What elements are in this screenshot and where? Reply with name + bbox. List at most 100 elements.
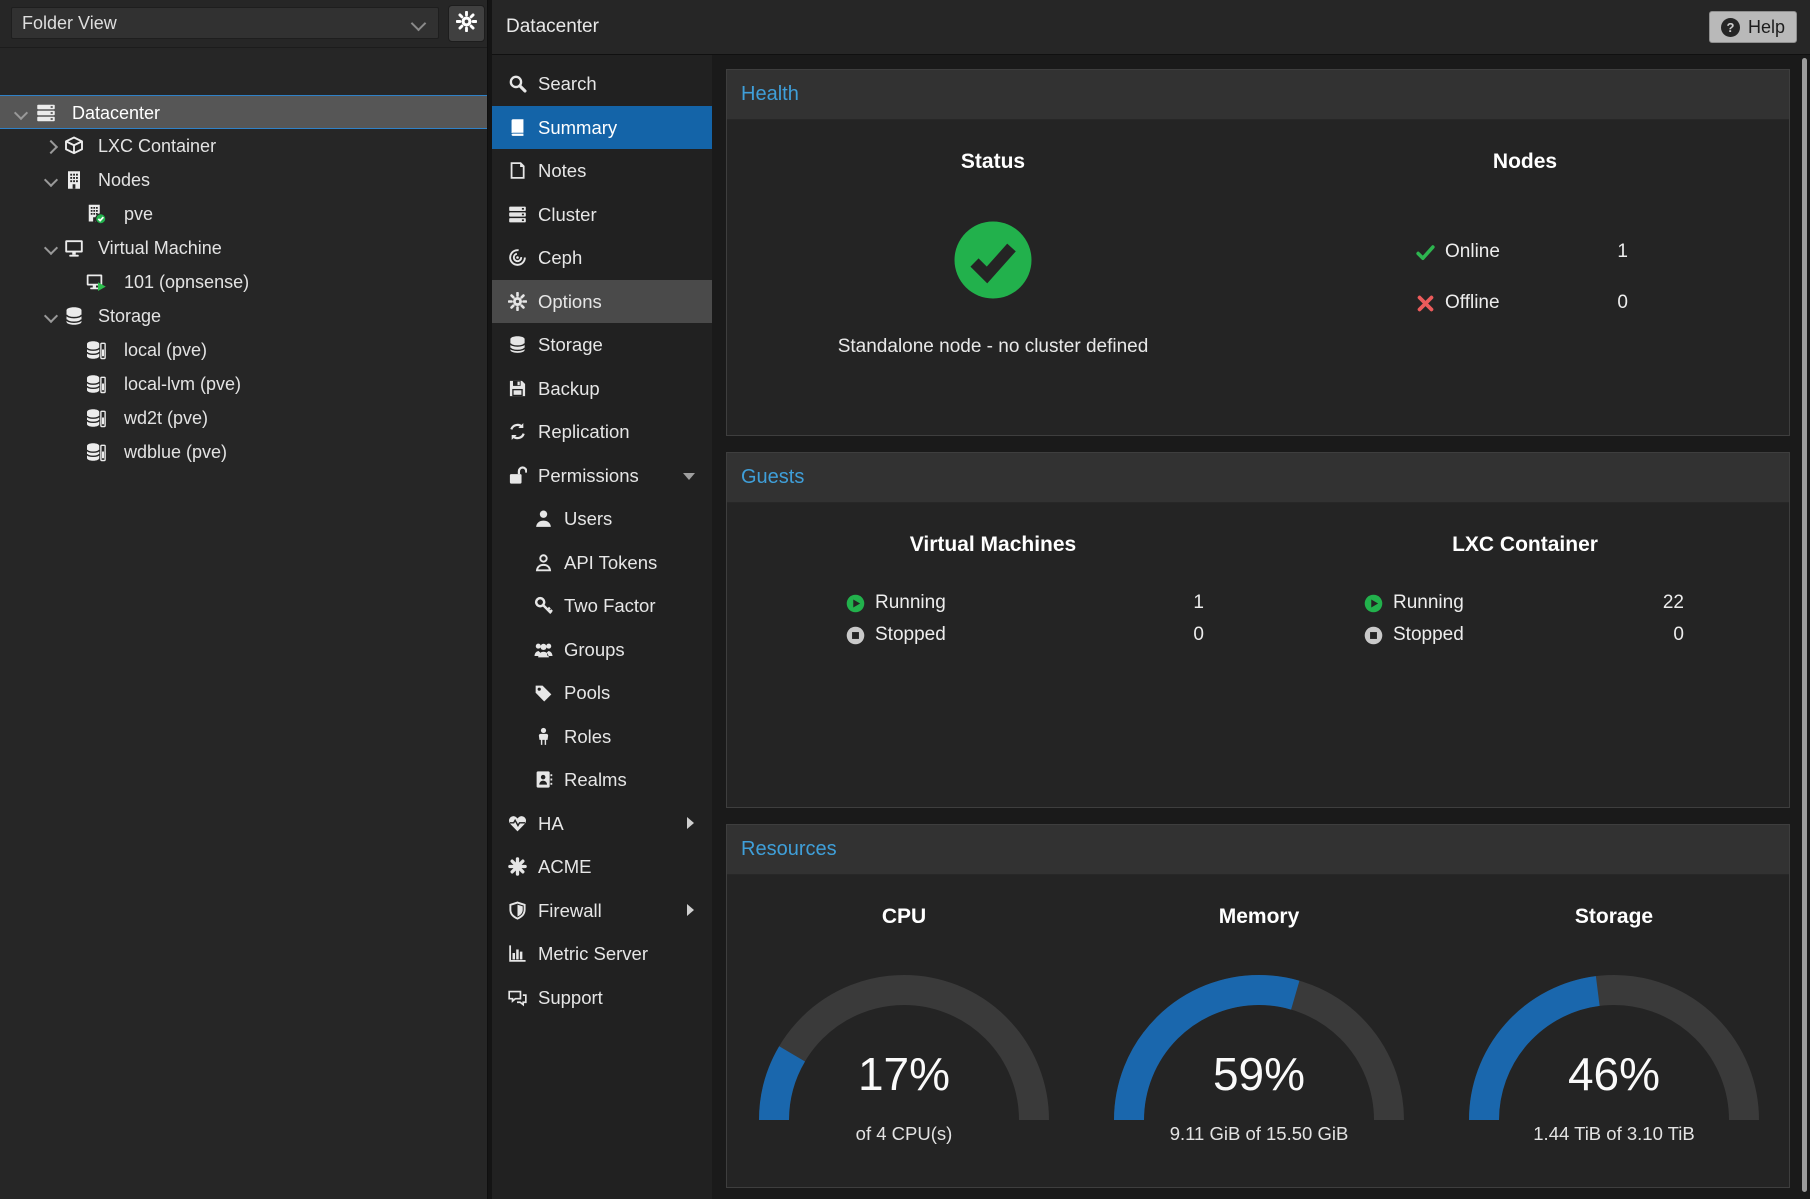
menu-item-two-factor[interactable]: Two Factor: [492, 584, 712, 627]
resources-panel-body: CPU 17% of 4 CPU(s) Memory 59% 9.11 GiB …: [727, 875, 1789, 1187]
menu-item-label: Realms: [564, 758, 627, 801]
search-icon: [508, 74, 528, 94]
caret-right-icon: [687, 904, 694, 916]
server-icon: [36, 103, 60, 123]
vm-running-value: 1: [1193, 592, 1204, 614]
menu-item-storage[interactable]: Storage: [492, 323, 712, 366]
tree-item-101-opnsense[interactable]: 101 (opnsense): [0, 265, 487, 299]
menu-item-search[interactable]: Search: [492, 62, 712, 105]
menu-item-pools[interactable]: Pools: [492, 671, 712, 714]
menu-item-label: Summary: [538, 106, 617, 149]
tree-item-label: local (pve): [124, 333, 207, 367]
tree-item-label: wd2t (pve): [124, 401, 208, 435]
folder-view-select[interactable]: Folder View: [11, 7, 439, 39]
health-panel-body: Status Standalone node - no cluster defi…: [727, 120, 1789, 435]
unlock-icon: [508, 466, 528, 486]
help-button[interactable]: ? Help: [1709, 11, 1797, 43]
storage-gauge-title: Storage: [1464, 905, 1764, 929]
menu-item-label: Two Factor: [564, 584, 656, 627]
bar-chart-icon: [508, 944, 528, 964]
menu-item-label: Options: [538, 280, 602, 323]
chevron-down-icon[interactable]: [14, 106, 28, 120]
resource-tree: DatacenterLXC ContainerNodespveVirtual M…: [0, 47, 487, 1199]
menu-item-ha[interactable]: HA: [492, 802, 712, 845]
status-text: Standalone node - no cluster defined: [727, 336, 1259, 358]
menu-item-label: Permissions: [538, 454, 639, 497]
tree-settings-button[interactable]: [448, 5, 485, 42]
tree-item-local-lvm-pve[interactable]: local-lvm (pve): [0, 367, 487, 401]
key-icon: [534, 596, 554, 616]
chevron-down-icon[interactable]: [44, 309, 58, 323]
menu-item-notes[interactable]: Notes: [492, 149, 712, 192]
guests-panel-header: Guests: [727, 453, 1789, 503]
database-icon: [508, 335, 528, 355]
server-icon: [508, 205, 528, 225]
tree-item-wdblue-pve[interactable]: wdblue (pve): [0, 435, 487, 469]
resource-tree-panel: Folder View DatacenterLXC ContainerNodes…: [0, 0, 488, 1199]
cpu-gauge-title: CPU: [754, 905, 1054, 929]
cross-icon: [1416, 294, 1435, 313]
tree-item-virtual-machine[interactable]: Virtual Machine: [0, 231, 487, 265]
menu-item-roles[interactable]: Roles: [492, 715, 712, 758]
monitor-icon: [64, 238, 88, 258]
menu-item-metric-server[interactable]: Metric Server: [492, 932, 712, 975]
nodes-title: Nodes: [1259, 150, 1791, 174]
chevron-down-icon[interactable]: [44, 173, 58, 187]
menu-item-summary[interactable]: Summary: [492, 106, 712, 149]
datacenter-menu: SearchSummaryNotesClusterCephOptionsStor…: [492, 55, 712, 1199]
menu-item-label: API Tokens: [564, 541, 657, 584]
gear-icon: [456, 11, 477, 37]
vm-running-label: Running: [875, 592, 946, 614]
menu-item-backup[interactable]: Backup: [492, 367, 712, 410]
database-usage-icon: [86, 340, 110, 360]
stop-circle-icon: [846, 626, 865, 645]
menu-item-permissions[interactable]: Permissions: [492, 454, 712, 497]
tree-item-local-pve[interactable]: local (pve): [0, 333, 487, 367]
cpu-gauge: CPU 17% of 4 CPU(s): [754, 875, 1054, 1187]
database-usage-icon: [86, 374, 110, 394]
menu-item-acme[interactable]: ACME: [492, 845, 712, 888]
cpu-gauge-detail: of 4 CPU(s): [754, 1123, 1054, 1145]
tree-item-pve[interactable]: pve: [0, 197, 487, 231]
chevron-down-icon: [411, 16, 427, 32]
chevron-right-icon[interactable]: [44, 140, 58, 154]
menu-item-support[interactable]: Support: [492, 976, 712, 1019]
monitor-play-icon: [86, 272, 110, 292]
menu-item-options[interactable]: Options: [492, 280, 712, 323]
panel-title-health: Health: [727, 70, 1789, 119]
tree-item-datacenter[interactable]: Datacenter: [0, 95, 487, 129]
health-panel: Health Status Standalone node - no clust…: [726, 69, 1790, 436]
heartbeat-icon: [508, 814, 528, 834]
comments-icon: [508, 988, 528, 1008]
menu-item-api-tokens[interactable]: API Tokens: [492, 541, 712, 584]
tree-item-label: local-lvm (pve): [124, 367, 241, 401]
tree-item-wd2t-pve[interactable]: wd2t (pve): [0, 401, 487, 435]
vertical-scrollbar[interactable]: [1802, 58, 1807, 1192]
tree-item-label: Storage: [98, 299, 161, 333]
database-icon: [64, 306, 88, 326]
memory-gauge-percent: 59%: [1109, 1047, 1409, 1101]
menu-item-cluster[interactable]: Cluster: [492, 193, 712, 236]
memory-gauge: Memory 59% 9.11 GiB of 15.50 GiB: [1109, 875, 1409, 1187]
menu-item-ceph[interactable]: Ceph: [492, 236, 712, 279]
menu-item-groups[interactable]: Groups: [492, 628, 712, 671]
menu-item-replication[interactable]: Replication: [492, 410, 712, 453]
tree-item-lxc-container[interactable]: LXC Container: [0, 129, 487, 163]
menu-item-realms[interactable]: Realms: [492, 758, 712, 801]
title-bar: Datacenter ? Help: [492, 0, 1810, 55]
burst-icon: [508, 857, 528, 877]
play-circle-icon: [846, 594, 865, 613]
nodes-offline-value: 0: [1617, 292, 1628, 314]
menu-item-firewall[interactable]: Firewall: [492, 889, 712, 932]
tree-item-label: wdblue (pve): [124, 435, 227, 469]
nodes-online-value: 1: [1617, 241, 1628, 263]
chevron-down-icon[interactable]: [44, 241, 58, 255]
tree-item-label: Nodes: [98, 163, 150, 197]
memory-gauge-title: Memory: [1109, 905, 1409, 929]
tree-item-storage[interactable]: Storage: [0, 299, 487, 333]
nodes-offline-row: Offline 0: [1416, 290, 1628, 316]
tree-item-nodes[interactable]: Nodes: [0, 163, 487, 197]
menu-item-users[interactable]: Users: [492, 497, 712, 540]
users-icon: [534, 640, 554, 660]
menu-item-label: Groups: [564, 628, 625, 671]
